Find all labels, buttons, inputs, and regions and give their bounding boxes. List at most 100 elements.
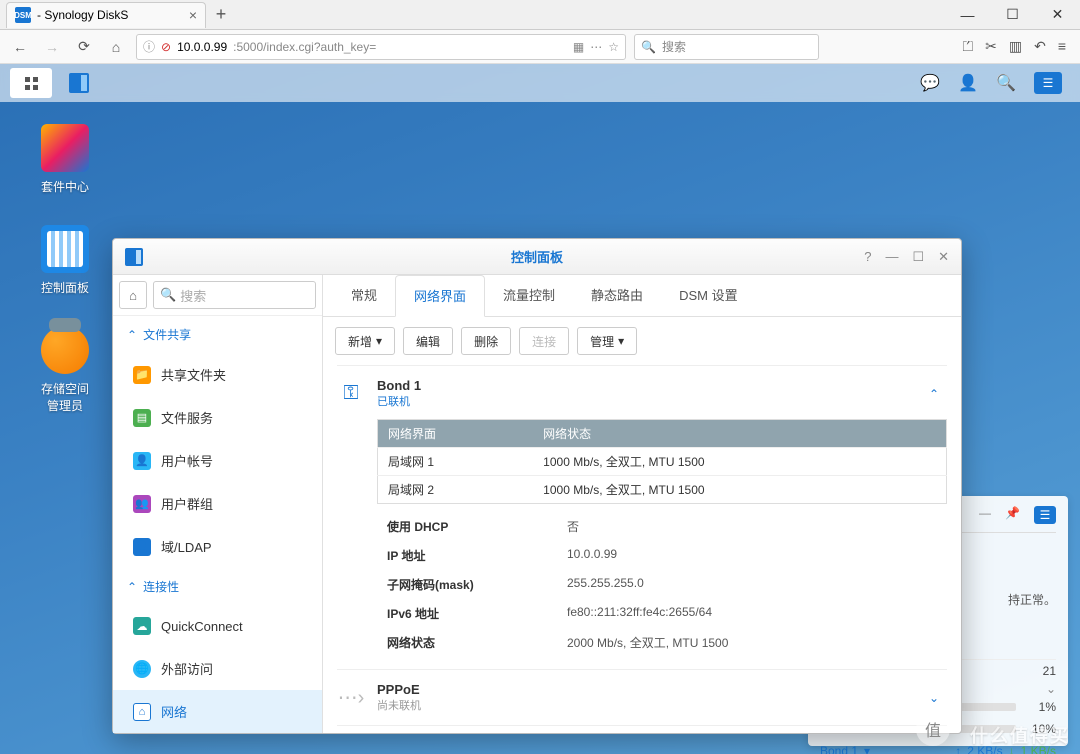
- desktop-icon-package-center[interactable]: 套件中心: [30, 124, 100, 195]
- watermark-badge: 值: [916, 712, 950, 746]
- tab-traffic-control[interactable]: 流量控制: [485, 275, 573, 316]
- delete-button[interactable]: 删除: [461, 327, 511, 355]
- tab-network-interface[interactable]: 网络界面: [395, 275, 485, 317]
- undo-icon[interactable]: ↶: [1034, 38, 1046, 55]
- chevron-down-icon: ▾: [618, 334, 624, 348]
- dsm-taskbar: 💬 👤 🔍 ☰: [0, 64, 1080, 102]
- sidebar-item-label: 共享文件夹: [161, 365, 226, 384]
- table-row[interactable]: 局域网 21000 Mb/s, 全双工, MTU 1500: [378, 476, 947, 504]
- help-icon[interactable]: ?: [864, 249, 871, 265]
- taskbar-app-control-panel[interactable]: [58, 68, 100, 98]
- home-button[interactable]: ⌂: [119, 281, 147, 309]
- sidebar-icon[interactable]: ▥: [1009, 38, 1022, 55]
- sidebar-item-label: 网络: [161, 702, 187, 721]
- add-button[interactable]: 新增▾: [335, 327, 395, 355]
- tab-dsm-settings[interactable]: DSM 设置: [661, 275, 756, 316]
- window-title: 控制面板: [511, 247, 563, 266]
- sidebar-item-group[interactable]: 👥用户群组: [113, 482, 322, 525]
- forward-button[interactable]: →: [40, 35, 64, 59]
- search-placeholder: 搜索: [180, 286, 206, 305]
- widget-toggle-icon[interactable]: ☰: [1034, 72, 1062, 94]
- desktop-icon-control-panel[interactable]: 控制面板: [30, 225, 100, 296]
- home-button[interactable]: ⌂: [104, 35, 128, 59]
- back-button[interactable]: ←: [8, 35, 32, 59]
- more-icon[interactable]: ⋯: [590, 40, 602, 54]
- url-bar[interactable]: ⓘ ⊘ 10.0.0.99:5000/index.cgi?auth_key= ▦…: [136, 34, 626, 60]
- connect-button: 连接: [519, 327, 569, 355]
- upload-icon: ↑: [955, 744, 961, 754]
- user-icon[interactable]: 👤: [958, 73, 978, 93]
- app-icon: [125, 248, 143, 266]
- panel-title: Bond 1: [377, 378, 421, 393]
- library-icon[interactable]: ⏍: [962, 38, 973, 55]
- panel-pppoe: ⋯› PPPoE尚未联机 ⌄: [337, 669, 947, 725]
- kv-row: IPv6 地址fe80::211:32ff:fe4c:2655/64: [377, 599, 947, 628]
- browser-toolbar: ← → ⟳ ⌂ ⓘ ⊘ 10.0.0.99:5000/index.cgi?aut…: [0, 30, 1080, 64]
- screenshot-icon[interactable]: ✂: [985, 38, 997, 55]
- th-status: 网络状态: [533, 420, 946, 448]
- status-text: 持正常。: [1008, 591, 1056, 608]
- tab-title: - Synology DiskS: [37, 8, 128, 22]
- edit-button[interactable]: 编辑: [403, 327, 453, 355]
- close-button[interactable]: ✕: [1035, 0, 1080, 30]
- tab-general[interactable]: 常规: [333, 275, 395, 316]
- kv-row: 子网掩码(mask)255.255.255.0: [377, 570, 947, 599]
- sidebar-item-user[interactable]: 👤用户帐号: [113, 439, 322, 482]
- sidebar-item-label: 域/LDAP: [161, 537, 212, 556]
- sidebar-item-shared-folder[interactable]: 📁共享文件夹: [113, 353, 322, 396]
- main-menu-button[interactable]: [10, 68, 52, 98]
- icon-label: 存储空间: [30, 380, 100, 397]
- sidebar-item-network[interactable]: ⌂网络: [113, 690, 322, 733]
- maximize-button[interactable]: ☐: [990, 0, 1035, 30]
- panel-bond1: ⚿ Bond 1已联机 ⌃ 网络界面网络状态 局域网 11000 Mb/s, 全…: [337, 365, 947, 669]
- info-icon[interactable]: ⓘ: [143, 38, 155, 55]
- sidebar-search[interactable]: 🔍搜索: [153, 281, 316, 309]
- panel-header-pppoe[interactable]: ⋯› PPPoE尚未联机 ⌄: [337, 682, 947, 713]
- tab-static-route[interactable]: 静态路由: [573, 275, 661, 316]
- sidebar-item-label: 外部访问: [161, 659, 213, 678]
- panel-title: PPPoE: [377, 682, 421, 697]
- search-icon[interactable]: 🔍: [996, 73, 1016, 93]
- minimize-icon[interactable]: —: [885, 249, 898, 265]
- toolbar: 新增▾ 编辑 删除 连接 管理▾: [323, 317, 961, 365]
- new-tab-button[interactable]: +: [206, 4, 236, 25]
- interface-table: 网络界面网络状态 局域网 11000 Mb/s, 全双工, MTU 1500 局…: [377, 419, 947, 504]
- close-icon[interactable]: ✕: [938, 249, 949, 265]
- reload-button[interactable]: ⟳: [72, 35, 96, 59]
- pin-icon[interactable]: 📌: [1005, 506, 1020, 524]
- table-row[interactable]: 局域网 11000 Mb/s, 全双工, MTU 1500: [378, 448, 947, 476]
- sidebar-item-external-access[interactable]: 🌐外部访问: [113, 647, 322, 690]
- browser-tab[interactable]: DSM - Synology DiskS ×: [6, 2, 206, 28]
- cpu-pct: 1%: [1024, 700, 1056, 714]
- minimize-icon[interactable]: —: [979, 506, 991, 524]
- url-path: :5000/index.cgi?auth_key=: [233, 40, 376, 54]
- chat-icon[interactable]: 💬: [920, 73, 940, 93]
- sidebar: ⌂ 🔍搜索 ⌃文件共享 📁共享文件夹 ▤文件服务 👤用户帐号 👥用户群组 👤域/…: [113, 275, 323, 733]
- sidebar-item-ldap[interactable]: 👤域/LDAP: [113, 525, 322, 568]
- desktop-icon-storage-manager[interactable]: 存储空间管理员: [30, 326, 100, 414]
- window-controls: — ☐ ✕: [945, 0, 1080, 30]
- menu-icon[interactable]: ≡: [1058, 38, 1066, 55]
- sidebar-section-connectivity[interactable]: ⌃连接性: [113, 568, 322, 605]
- manage-button[interactable]: 管理▾: [577, 327, 637, 355]
- content-area: 常规 网络界面 流量控制 静态路由 DSM 设置 新增▾ 编辑 删除 连接 管理…: [323, 275, 961, 733]
- chevron-down-icon: ▾: [376, 334, 382, 348]
- close-icon[interactable]: ×: [189, 7, 197, 23]
- sidebar-item-label: QuickConnect: [161, 619, 243, 634]
- maximize-icon[interactable]: ☐: [912, 249, 924, 265]
- minimize-button[interactable]: —: [945, 0, 990, 30]
- search-bar[interactable]: 🔍 搜索: [634, 34, 819, 60]
- window-titlebar[interactable]: 控制面板 ? — ☐ ✕: [113, 239, 961, 275]
- block-icon[interactable]: ⊘: [161, 40, 171, 54]
- search-icon: 🔍: [160, 287, 176, 303]
- sidebar-item-file-services[interactable]: ▤文件服务: [113, 396, 322, 439]
- watermark-text: 什么值得买: [970, 722, 1070, 748]
- star-icon[interactable]: ☆: [608, 40, 619, 54]
- qr-icon[interactable]: ▦: [573, 40, 584, 54]
- sidebar-item-quickconnect[interactable]: ☁QuickConnect: [113, 605, 322, 647]
- chevron-icon: ⌃: [127, 580, 137, 594]
- panel-header-bond1[interactable]: ⚿ Bond 1已联机 ⌃: [337, 378, 947, 409]
- sidebar-section-fileshare[interactable]: ⌃文件共享: [113, 316, 322, 353]
- bond-label[interactable]: Bond 1: [820, 744, 858, 754]
- widget-icon[interactable]: ☰: [1034, 506, 1056, 524]
